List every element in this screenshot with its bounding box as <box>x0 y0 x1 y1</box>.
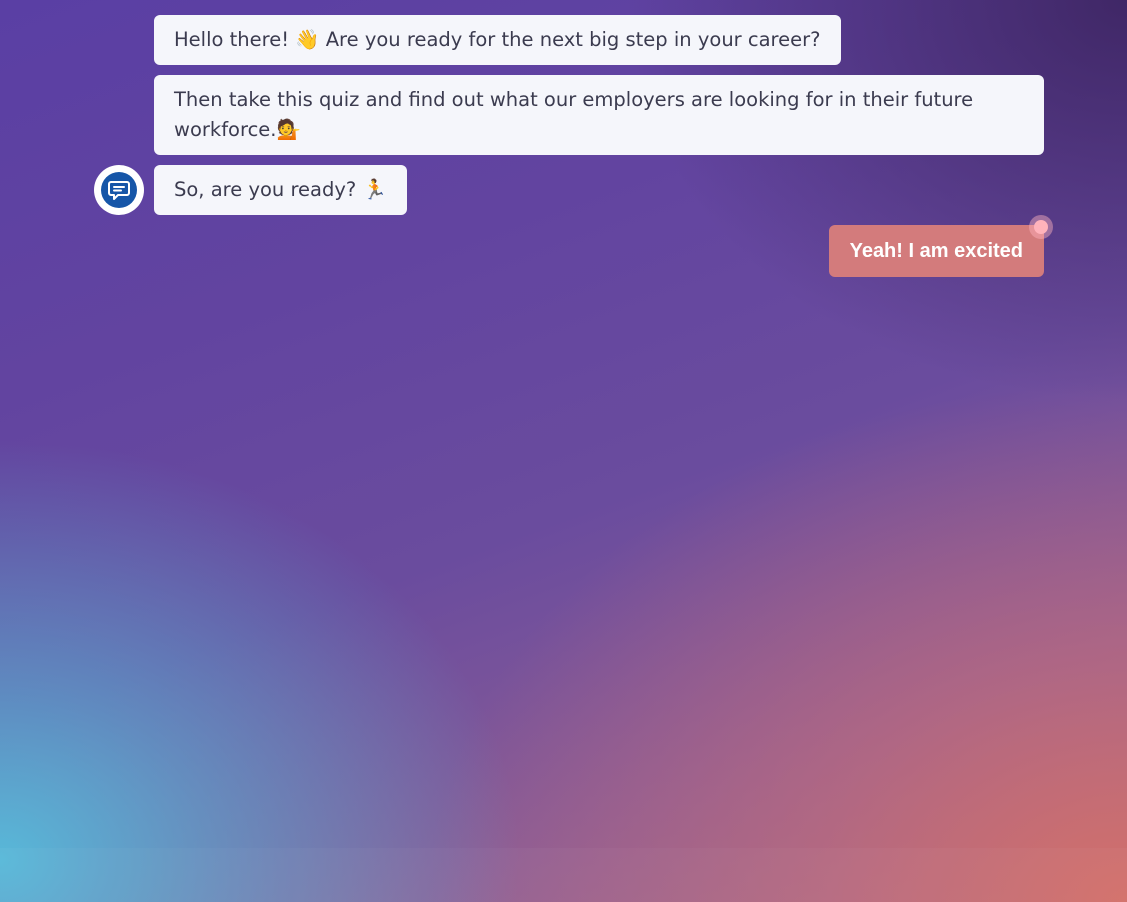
pulse-indicator <box>1029 215 1053 239</box>
reply-button-excited[interactable]: Yeah! I am excited <box>828 225 1044 277</box>
pulse-indicator-core <box>1034 220 1048 234</box>
background-band <box>0 848 1127 902</box>
chat-bubble-icon <box>101 172 137 208</box>
chat-message-quiz-intro: Then take this quiz and find out what ou… <box>154 75 1044 155</box>
chat-message-greeting: Hello there! 👋 Are you ready for the nex… <box>154 15 841 65</box>
bot-avatar <box>94 165 144 215</box>
chat-message-ready-question: So, are you ready? 🏃 <box>154 165 407 215</box>
